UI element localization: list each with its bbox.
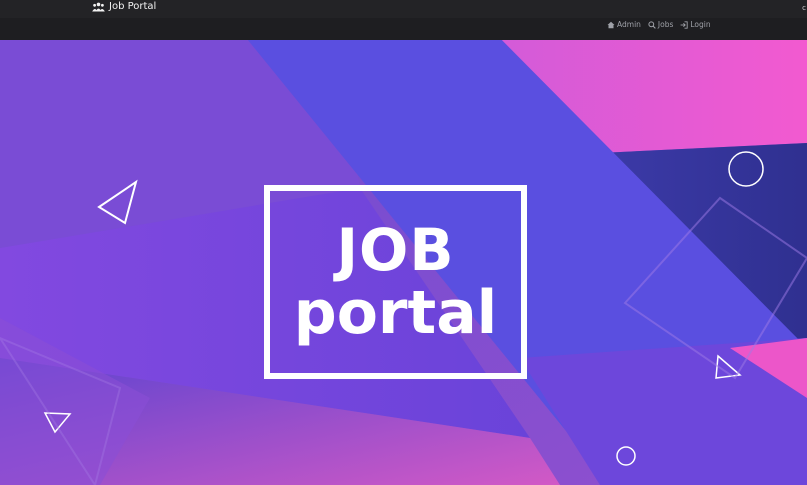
nav-admin-link[interactable]: Admin — [607, 20, 641, 29]
home-icon — [607, 21, 615, 28]
brand-link[interactable]: Job Portal — [92, 1, 156, 12]
brand-title: Job Portal — [109, 1, 157, 12]
nav-login-label: Login — [690, 20, 711, 29]
logo-text-portal: portal — [293, 278, 498, 348]
search-icon — [648, 20, 656, 29]
nav-links: Admin Jobs Login — [607, 20, 711, 29]
job-portal-logo: JOB portal — [264, 185, 527, 379]
nav-login-link[interactable]: Login — [680, 20, 711, 29]
edge-indicator: c — [802, 4, 806, 12]
logo-text-job: JOB — [336, 216, 455, 284]
people-group-icon — [92, 2, 105, 11]
login-icon — [680, 20, 689, 29]
nav-jobs-link[interactable]: Jobs — [648, 20, 673, 29]
nav-jobs-label: Jobs — [657, 20, 674, 29]
nav-admin-label: Admin — [617, 20, 641, 29]
hero-banner: JOB portal — [0, 18, 807, 485]
